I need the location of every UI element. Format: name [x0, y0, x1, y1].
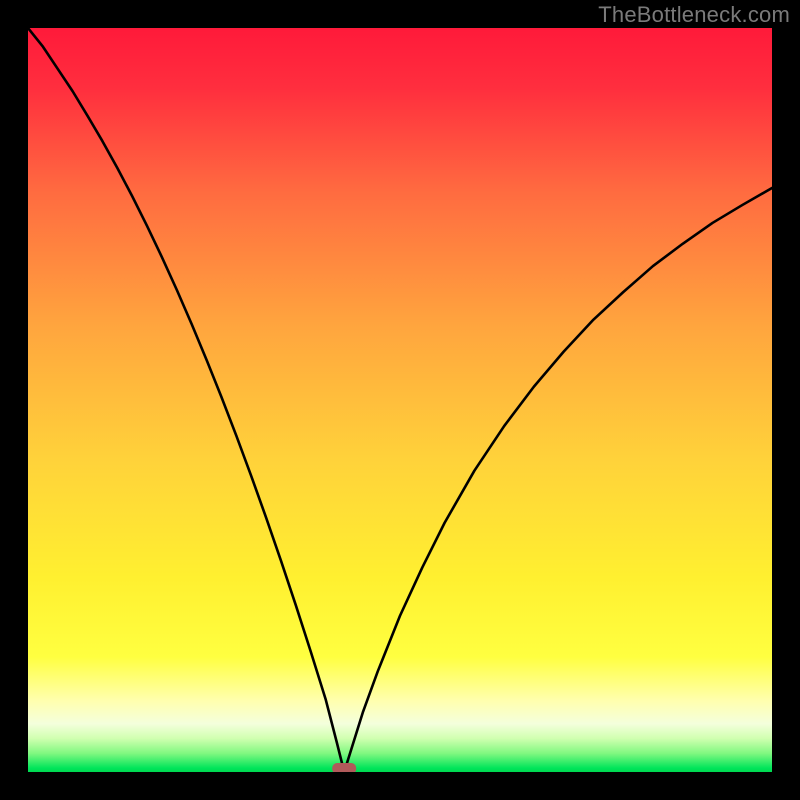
- bottleneck-chart: [28, 28, 772, 772]
- chart-frame: TheBottleneck.com: [0, 0, 800, 800]
- gradient-background: [28, 28, 772, 772]
- min-marker: [332, 763, 356, 772]
- watermark-text: TheBottleneck.com: [598, 2, 790, 28]
